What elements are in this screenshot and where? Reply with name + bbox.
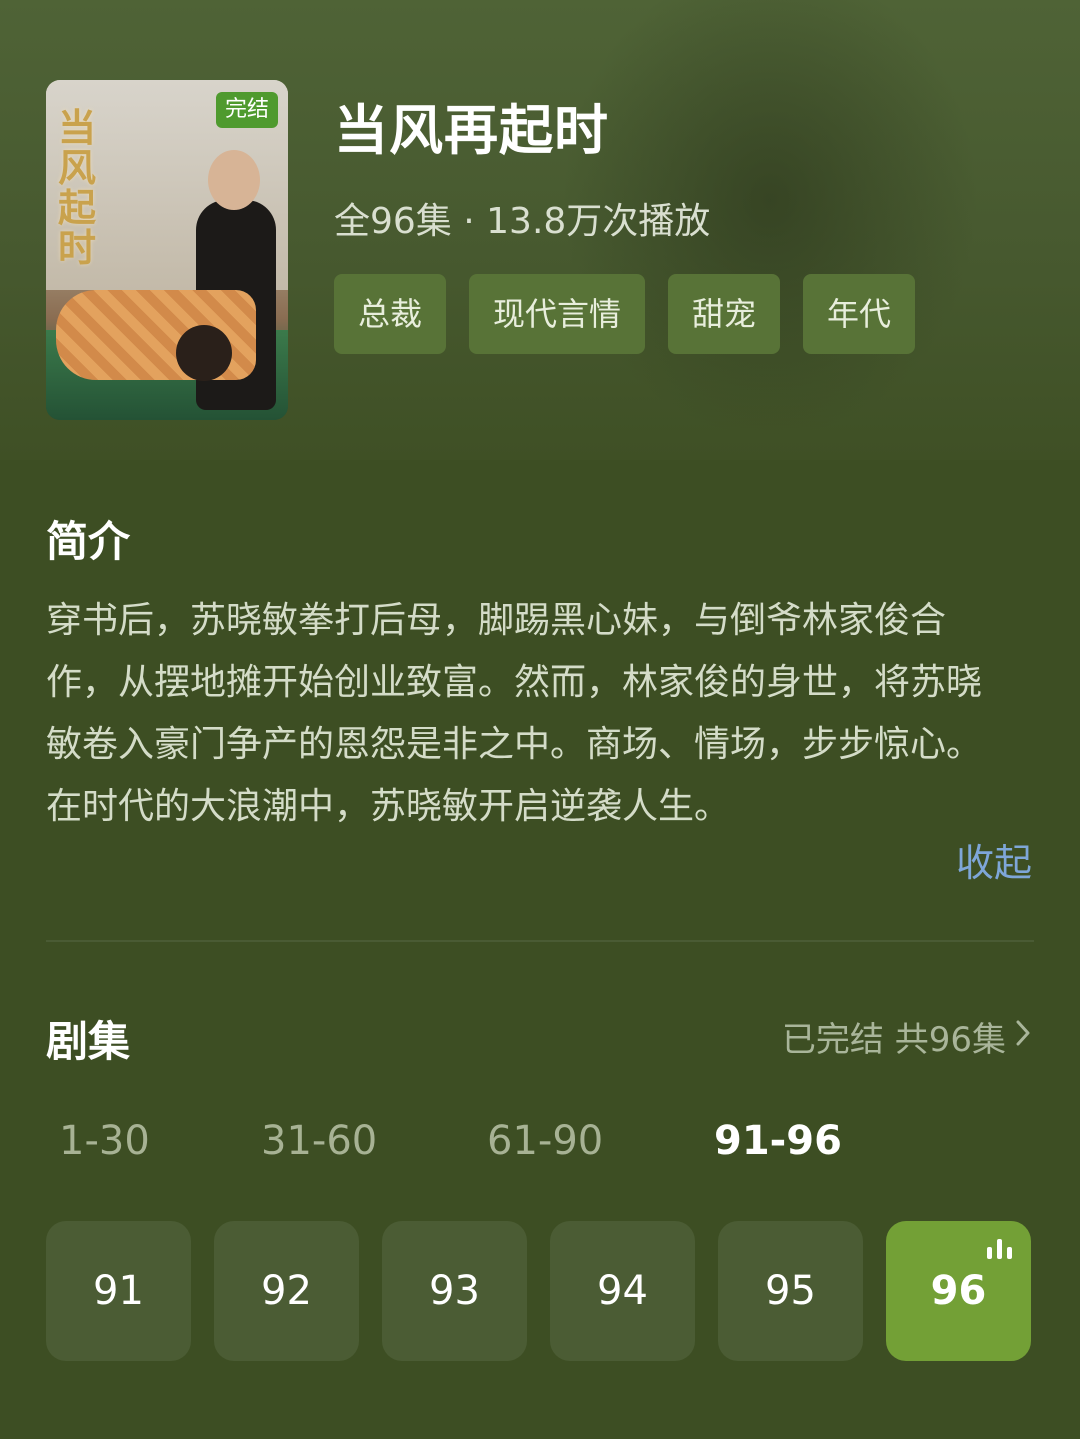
- playing-bars-icon: [987, 1239, 1015, 1259]
- episode-range-tabs: 1-30 31-60 61-90 91-96: [46, 1118, 866, 1178]
- intro-heading: 简介: [46, 517, 131, 566]
- tag-item[interactable]: 甜宠: [668, 274, 781, 354]
- poster-figure-man-head: [208, 150, 260, 210]
- tag-item[interactable]: 现代言情: [469, 274, 646, 354]
- completed-badge: 完结: [215, 92, 278, 128]
- episode-button[interactable]: 92: [214, 1221, 359, 1361]
- drama-meta: 全96集 · 13.8万次播放: [334, 201, 711, 242]
- poster-image[interactable]: 当风起时 完结: [46, 80, 288, 420]
- range-tab-31-60[interactable]: 31-60: [261, 1118, 377, 1164]
- tag-item[interactable]: 总裁: [334, 274, 447, 354]
- episode-number: 92: [261, 1268, 312, 1314]
- chevron-right-icon: [1014, 1017, 1032, 1057]
- poster-figure-woman-head: [176, 325, 232, 381]
- episode-button[interactable]: 93: [382, 1221, 527, 1361]
- episode-number: 95: [765, 1268, 816, 1314]
- episode-number: 96: [930, 1268, 987, 1314]
- range-tab-1-30[interactable]: 1-30: [59, 1118, 150, 1164]
- episode-button[interactable]: 94: [550, 1221, 695, 1361]
- range-tab-61-90[interactable]: 61-90: [487, 1118, 603, 1164]
- episodes-status-link[interactable]: 已完结 共96集: [782, 1012, 1032, 1061]
- episode-button[interactable]: 91: [46, 1221, 191, 1361]
- tag-list: 总裁 现代言情 甜宠 年代: [334, 274, 916, 354]
- poster-title-art: 当风起时: [58, 105, 97, 270]
- episode-grid: 91 92 93 94 95 96: [46, 1221, 1031, 1361]
- drama-title: 当风再起时: [334, 99, 609, 162]
- collapse-link[interactable]: 收起: [956, 832, 1032, 887]
- range-tab-91-96[interactable]: 91-96: [714, 1118, 842, 1164]
- episodes-status-text: 已完结 共96集: [781, 1020, 1006, 1060]
- tag-item[interactable]: 年代: [803, 274, 916, 354]
- episode-number: 91: [93, 1268, 144, 1314]
- episode-button-current[interactable]: 96: [886, 1221, 1031, 1361]
- intro-text: 穿书后，苏晓敏拳打后母，脚踢黑心妹，与倒爷林家俊合作，从摆地摊开始创业致富。然而…: [46, 600, 983, 827]
- episode-number: 93: [429, 1268, 480, 1314]
- section-divider: [46, 940, 1034, 942]
- episodes-heading: 剧集: [46, 1017, 131, 1066]
- episode-number: 94: [597, 1268, 648, 1314]
- episode-button[interactable]: 95: [718, 1221, 863, 1361]
